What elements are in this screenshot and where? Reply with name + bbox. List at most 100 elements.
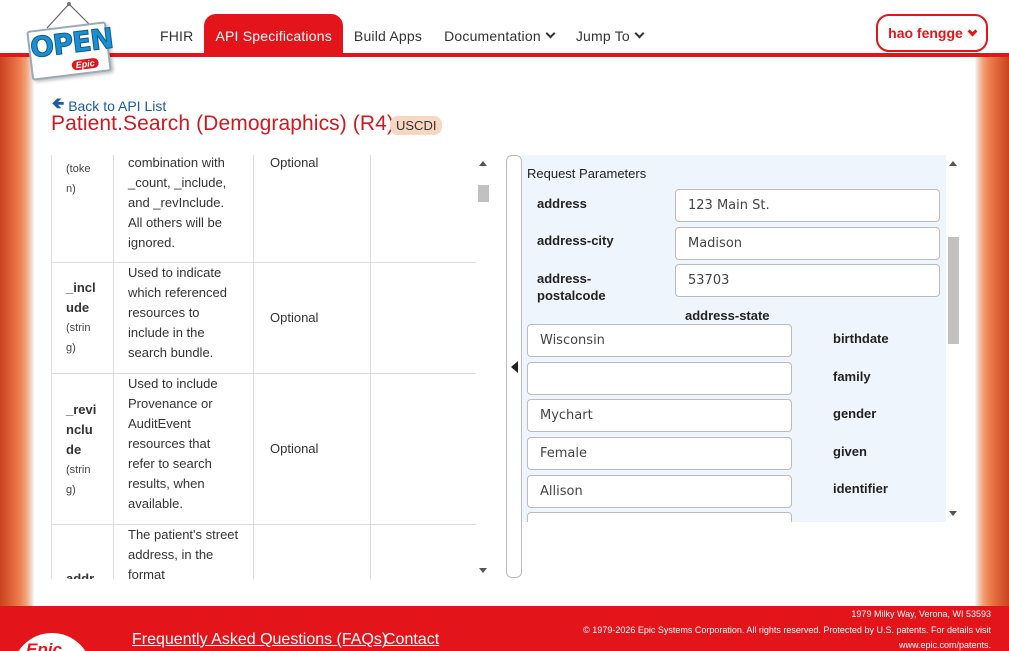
- panel-collapse-toggle[interactable]: [506, 155, 522, 578]
- field-label-address-city: address-city: [537, 233, 614, 248]
- given-input[interactable]: Allison: [527, 475, 792, 508]
- scroll-down-icon[interactable]: [479, 568, 487, 573]
- user-name: hao fengge: [888, 25, 963, 41]
- table-row: address The patient's street address, in…: [52, 525, 476, 579]
- request-parameters-title: Request Parameters: [527, 166, 647, 181]
- gender-value: Female: [540, 446, 588, 461]
- address-state-input[interactable]: Wisconsin: [527, 324, 792, 357]
- address-postalcode-value: 53703: [688, 273, 730, 288]
- table-scrollbar[interactable]: [476, 155, 491, 579]
- family-value: Mychart: [540, 408, 593, 423]
- field-label-address-postalcode: address-postalcode: [537, 271, 606, 303]
- nav-fhir-label: FHIR: [160, 27, 194, 44]
- address-city-value: Madison: [688, 236, 743, 251]
- family-input[interactable]: Mychart: [527, 399, 792, 432]
- param-description: combination with _count, _include, and _…: [128, 155, 227, 250]
- param-name-cell: (token): [52, 155, 114, 262]
- identifier-input[interactable]: [527, 512, 792, 522]
- logo-sub-text: Epic: [71, 57, 100, 71]
- param-type: (token): [66, 163, 91, 195]
- table-row: _revinclude (string) Used to include Pro…: [52, 374, 476, 525]
- param-name: address: [66, 571, 95, 579]
- field-label-family: family: [833, 369, 871, 384]
- scroll-down-icon[interactable]: [949, 511, 957, 516]
- address-input[interactable]: 123 Main St.: [675, 189, 940, 222]
- nav-documentation[interactable]: Documentation: [433, 14, 565, 57]
- param-type: (string): [66, 464, 91, 496]
- open-sign: OPEN Epic: [26, 21, 115, 81]
- parameters-table[interactable]: (token) combination with _count, _includ…: [51, 155, 476, 579]
- scrollbar-thumb[interactable]: [478, 185, 489, 202]
- field-label-address: address: [537, 196, 587, 211]
- footer-copyright: © 1979-2026 Epic Systems Corporation. Al…: [583, 625, 991, 635]
- main-nav: FHIR API Specifications Build Apps Docum…: [149, 14, 654, 57]
- param-extra-cell: [371, 263, 476, 373]
- address-value: 123 Main St.: [688, 198, 770, 213]
- given-value: Allison: [540, 484, 583, 499]
- birthdate-input[interactable]: [527, 362, 792, 395]
- epic-footer-logo[interactable]: Epic: [12, 633, 92, 651]
- scroll-up-icon[interactable]: [479, 161, 487, 166]
- param-description: The patient's street address, in the for…: [128, 527, 239, 579]
- field-label-gender: gender: [833, 406, 877, 421]
- scroll-up-icon[interactable]: [949, 161, 957, 166]
- param-extra-cell: [371, 525, 476, 579]
- param-required: Optional: [270, 155, 319, 170]
- gender-input[interactable]: Female: [527, 437, 792, 470]
- param-description-cell: combination with _count, _include, and _…: [114, 155, 254, 262]
- param-description-cell: Used to indicate which referenced resour…: [114, 263, 254, 373]
- chevron-down-icon: [967, 26, 978, 36]
- nav-jump-to-label: Jump To: [575, 27, 630, 44]
- param-required: Optional: [270, 310, 319, 325]
- address-postalcode-input[interactable]: 53703: [675, 264, 940, 297]
- nav-build-apps-label: Build Apps: [353, 27, 423, 44]
- param-name-cell: address: [52, 525, 114, 579]
- param-name-cell: _revinclude (string): [52, 374, 114, 524]
- param-extra-cell: [371, 374, 476, 524]
- param-extra-cell: [371, 155, 476, 262]
- param-description: Used to include Provenance or AuditEvent…: [128, 376, 218, 511]
- nav-fhir[interactable]: FHIR: [149, 14, 204, 57]
- scrollbar-thumb[interactable]: [948, 237, 959, 344]
- nav-api-specifications-label: API Specifications: [215, 27, 332, 44]
- contact-link[interactable]: Contact: [384, 631, 439, 649]
- param-description: Used to indicate which referenced resour…: [128, 265, 227, 360]
- uscdi-badge: USCDI: [390, 116, 443, 135]
- chevron-down-icon: [634, 28, 645, 39]
- request-parameters-panel: Request Parameters address 123 Main St. …: [522, 155, 946, 522]
- field-label-given: given: [833, 444, 867, 459]
- caret-left-icon: [511, 361, 518, 373]
- param-description-cell: Used to include Provenance or AuditEvent…: [114, 374, 254, 524]
- nav-jump-to[interactable]: Jump To: [565, 14, 654, 57]
- page-title: Patient.Search (Demographics) (R4): [51, 112, 395, 135]
- open-epic-logo[interactable]: OPEN Epic: [25, 2, 115, 81]
- param-required-cell: Optional: [254, 374, 371, 524]
- faq-link[interactable]: Frequently Asked Questions (FAQs): [132, 631, 387, 649]
- table-row: (token) combination with _count, _includ…: [52, 155, 476, 263]
- nav-documentation-label: Documentation: [444, 27, 541, 44]
- footer-logo-text: Epic: [26, 640, 62, 651]
- param-type: (string): [66, 322, 91, 354]
- nav-build-apps[interactable]: Build Apps: [343, 14, 433, 57]
- nav-api-specifications[interactable]: API Specifications: [204, 14, 343, 57]
- chevron-down-icon: [545, 28, 556, 39]
- patents-link[interactable]: www.epic.com/patents.: [899, 640, 991, 650]
- param-description-cell: The patient's street address, in the for…: [114, 525, 254, 579]
- footer-address: 1979 Milky Way, Verona, WI 53593: [851, 609, 991, 619]
- user-menu-button[interactable]: hao fengge: [876, 14, 988, 52]
- field-label-identifier: identifier: [833, 481, 888, 496]
- param-required-cell: Optional: [254, 263, 371, 373]
- field-label-address-state: address-state: [685, 308, 770, 323]
- request-panel-scrollbar[interactable]: [946, 155, 961, 522]
- param-required-cell: Optional: [254, 155, 371, 262]
- address-state-value: Wisconsin: [540, 333, 605, 348]
- address-city-input[interactable]: Madison: [675, 227, 940, 260]
- param-name-cell: _include (string): [52, 263, 114, 373]
- param-required-cell: [254, 525, 371, 579]
- param-name: _include: [66, 280, 96, 315]
- param-name: _revinclude: [66, 402, 97, 457]
- param-required: Optional: [270, 441, 319, 456]
- table-row: _include (string) Used to indicate which…: [52, 263, 476, 374]
- footer: Epic Frequently Asked Questions (FAQs) C…: [0, 606, 1009, 651]
- field-label-birthdate: birthdate: [833, 331, 889, 346]
